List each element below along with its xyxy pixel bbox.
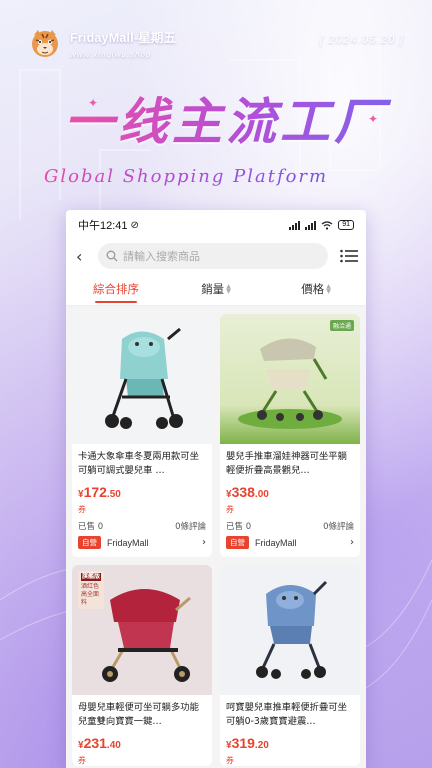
signal-icon xyxy=(289,220,301,230)
product-price: ¥172.50 xyxy=(78,484,121,500)
stroller-image xyxy=(238,338,342,429)
chevron-right-icon: › xyxy=(202,537,206,548)
date-label: [ 2024.05.20 ] xyxy=(319,34,404,46)
shop-name: FridayMall xyxy=(107,537,149,548)
product-image: 旗艦版 酒红色 高全面料 xyxy=(72,565,212,695)
coupon-label: 券 xyxy=(78,505,86,514)
sort-bar: 綜合排序 銷量 ▲ ▼ 價格 ▲ ▼ xyxy=(66,272,366,306)
sales-info: 已售 0 0條評論 xyxy=(78,522,206,532)
shop-row[interactable]: 自營 FridayMall › xyxy=(220,532,360,557)
status-bar: 中午12:41 ⊘ 91 xyxy=(66,210,366,240)
shop-name: FridayMall xyxy=(255,537,297,548)
brand-name: FridayMall-星期五 xyxy=(70,31,177,45)
headline: 一线主流工厂 xyxy=(50,82,402,154)
product-title: 母嬰兒車輕便可坐可躺多功能兒童雙向寶寶一鍵… xyxy=(78,702,199,727)
sort-arrows-icon: ▲ ▼ xyxy=(226,283,231,295)
image-tag: 融洽通 xyxy=(329,320,354,331)
product-title: 卡通大象傘車冬夏兩用款可坐可躺可調式嬰兒車 … xyxy=(78,451,199,476)
chevron-right-icon: › xyxy=(350,537,354,548)
subheadline: Global Shopping Platform xyxy=(44,166,404,187)
search-icon xyxy=(106,250,118,262)
battery-indicator: 91 xyxy=(338,220,354,230)
back-arrow-icon[interactable]: ‹ xyxy=(76,247,92,266)
product-card[interactable]: 旗艦版 酒红色 高全面料 母嬰兒車輕便可坐可躺多功能兒童雙向寶寶一鍵… ¥231.… xyxy=(72,565,212,766)
stroller-image xyxy=(105,327,183,429)
coupon-label: 券 xyxy=(226,505,234,514)
coupon-label: 券 xyxy=(226,756,234,765)
stroller-image xyxy=(256,580,328,679)
product-title: 嬰兒手推車溜娃神器可坐平躺輕便折疊高景觀兒… xyxy=(226,451,347,476)
sort-arrows-icon: ▲ ▼ xyxy=(326,283,331,295)
product-image: 融洽通 xyxy=(220,314,360,444)
wifi-icon xyxy=(321,220,333,230)
sales-info: 已售 0 0條評論 xyxy=(226,522,354,532)
sparkle-icon: ✦ xyxy=(368,112,379,126)
self-operated-badge: 自營 xyxy=(226,536,249,549)
brand-header: FridayMall-星期五 www.xinqiwu.shop xyxy=(28,26,176,60)
sparkle-icon: ✦ xyxy=(88,96,99,110)
signal-icon xyxy=(305,220,317,230)
tab-price-sort[interactable]: 價格 ▲ ▼ xyxy=(266,272,366,306)
tab-sales-sort[interactable]: 銷量 ▲ ▼ xyxy=(166,272,266,306)
product-card[interactable]: 呵寶嬰兒車推車輕便折疊可坐可躺0-3歲寶寶避震… ¥319.20 券 xyxy=(220,565,360,766)
phone-screen: 中午12:41 ⊘ 91 ‹ 綜 xyxy=(66,210,366,768)
image-tag: 旗艦版 酒红色 高全面料 xyxy=(78,571,104,609)
product-price: ¥338.00 xyxy=(226,484,269,500)
product-price: ¥231.40 xyxy=(78,735,121,751)
product-grid: 卡通大象傘車冬夏兩用款可坐可躺可調式嬰兒車 … ¥172.50 券 已售 0 0條… xyxy=(66,306,366,768)
product-image xyxy=(72,314,212,444)
tiger-logo-icon xyxy=(32,30,58,57)
product-title: 呵寶嬰兒車推車輕便折疊可坐可躺0-3歲寶寶避震… xyxy=(226,702,347,727)
self-operated-badge: 自營 xyxy=(78,536,101,549)
search-input[interactable] xyxy=(123,249,293,263)
list-view-icon[interactable] xyxy=(340,249,358,263)
search-row: ‹ xyxy=(66,240,366,272)
search-bar[interactable] xyxy=(98,243,328,269)
coupon-label: 券 xyxy=(78,756,86,765)
shop-row[interactable]: 自營 FridayMall › xyxy=(72,532,212,557)
status-time: 中午12:41 xyxy=(78,220,128,232)
tab-comprehensive-sort[interactable]: 綜合排序 xyxy=(66,272,166,306)
product-price: ¥319.20 xyxy=(226,735,269,751)
product-card[interactable]: 融洽通 嬰兒手推車溜娃神器可坐平躺輕便折疊高景觀兒… ¥338.00 券 已售 … xyxy=(220,314,360,557)
brand-url: www.xinqiwu.shop xyxy=(70,50,152,59)
do-not-disturb-icon: ⊘ xyxy=(130,219,139,231)
product-card[interactable]: 卡通大象傘車冬夏兩用款可坐可躺可調式嬰兒車 … ¥172.50 券 已售 0 0條… xyxy=(72,314,212,557)
product-image xyxy=(220,565,360,695)
